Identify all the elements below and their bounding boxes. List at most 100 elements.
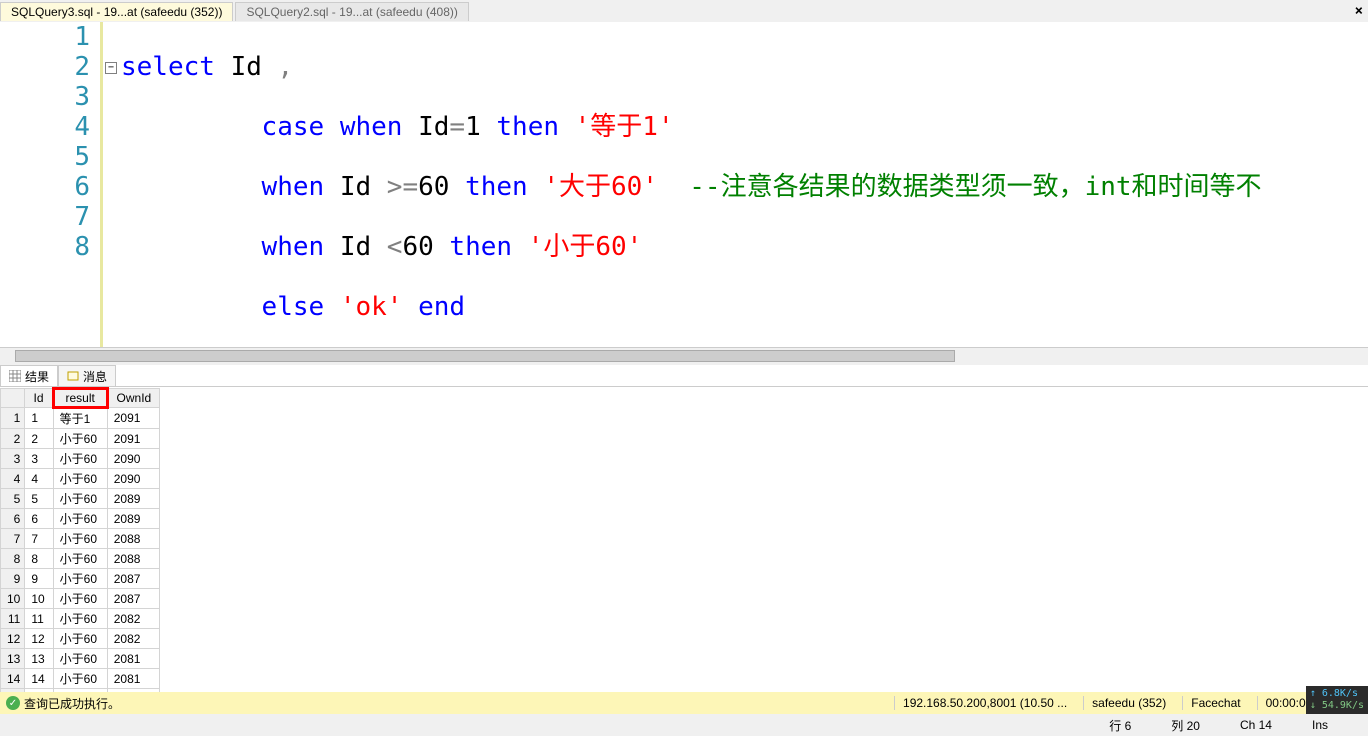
cell-id[interactable]: 13 bbox=[25, 649, 53, 669]
grid-header-row: Id result OwnId bbox=[1, 389, 160, 408]
cell-id[interactable]: 12 bbox=[25, 629, 53, 649]
cell-id[interactable]: 4 bbox=[25, 469, 53, 489]
pos-col: 列 20 bbox=[1171, 717, 1200, 734]
table-row[interactable]: 1414小于602081 bbox=[1, 669, 160, 689]
status-server: 192.168.50.200,8001 (10.50 ... bbox=[894, 696, 1075, 710]
row-number[interactable]: 2 bbox=[1, 429, 25, 449]
cell-result[interactable]: 小于60 bbox=[53, 489, 107, 509]
cell-ownid[interactable]: 2081 bbox=[107, 649, 159, 669]
table-row[interactable]: 55小于602089 bbox=[1, 489, 160, 509]
cell-ownid[interactable]: 2082 bbox=[107, 609, 159, 629]
cell-ownid[interactable]: 2074 bbox=[107, 689, 159, 693]
table-row[interactable]: 88小于602088 bbox=[1, 549, 160, 569]
cell-id[interactable]: 1 bbox=[25, 408, 53, 429]
row-number[interactable]: 10 bbox=[1, 589, 25, 609]
row-number[interactable]: 12 bbox=[1, 629, 25, 649]
cell-result[interactable]: 小于60 bbox=[53, 549, 107, 569]
results-grid[interactable]: Id result OwnId 11等于1209122小于60209133小于6… bbox=[0, 387, 1368, 692]
cell-result[interactable]: 小于60 bbox=[53, 429, 107, 449]
cell-id[interactable]: 14 bbox=[25, 669, 53, 689]
tab-messages[interactable]: 消息 bbox=[58, 365, 116, 386]
table-row[interactable]: 77小于602088 bbox=[1, 529, 160, 549]
cell-result[interactable]: 小于60 bbox=[53, 569, 107, 589]
table-row[interactable]: 1111小于602082 bbox=[1, 609, 160, 629]
cell-id[interactable]: 11 bbox=[25, 609, 53, 629]
cell-ownid[interactable]: 2081 bbox=[107, 669, 159, 689]
row-number[interactable]: 14 bbox=[1, 669, 25, 689]
cell-id[interactable]: 2 bbox=[25, 429, 53, 449]
cell-id[interactable]: 7 bbox=[25, 529, 53, 549]
editor-horizontal-scrollbar[interactable] bbox=[0, 347, 1368, 365]
row-number[interactable]: 9 bbox=[1, 569, 25, 589]
table-row[interactable]: 1010小于602087 bbox=[1, 589, 160, 609]
cell-id[interactable]: 5 bbox=[25, 489, 53, 509]
cell-result[interactable]: 小于60 bbox=[53, 449, 107, 469]
cell-result[interactable]: 等于1 bbox=[53, 408, 107, 429]
success-icon: ✓ bbox=[6, 696, 20, 710]
fold-icon[interactable]: − bbox=[105, 62, 117, 74]
cell-id[interactable]: 8 bbox=[25, 549, 53, 569]
table-row[interactable]: 1515小于602074 bbox=[1, 689, 160, 693]
cell-result[interactable]: 小于60 bbox=[53, 649, 107, 669]
editor-tab-active[interactable]: SQLQuery3.sql - 19...at (safeedu (352)) bbox=[0, 2, 233, 21]
pos-ch: Ch 14 bbox=[1240, 718, 1272, 732]
cell-result[interactable]: 小于60 bbox=[53, 669, 107, 689]
grid-corner bbox=[1, 389, 25, 408]
row-number[interactable]: 5 bbox=[1, 489, 25, 509]
cell-ownid[interactable]: 2087 bbox=[107, 589, 159, 609]
cell-id[interactable]: 6 bbox=[25, 509, 53, 529]
status-bar: ✓ 查询已成功执行。 192.168.50.200,8001 (10.50 ..… bbox=[0, 692, 1368, 714]
table-row[interactable]: 99小于602087 bbox=[1, 569, 160, 589]
cell-result[interactable]: 小于60 bbox=[53, 629, 107, 649]
col-result[interactable]: result bbox=[53, 389, 107, 408]
row-number[interactable]: 8 bbox=[1, 549, 25, 569]
table-row[interactable]: 1212小于602082 bbox=[1, 629, 160, 649]
cell-id[interactable]: 3 bbox=[25, 449, 53, 469]
row-number[interactable]: 13 bbox=[1, 649, 25, 669]
status-message: 查询已成功执行。 bbox=[24, 695, 120, 712]
code-editor[interactable]: 1 2 3 4 5 6 7 8 −select Id , case when I… bbox=[0, 22, 1368, 347]
row-number[interactable]: 1 bbox=[1, 408, 25, 429]
cell-result[interactable]: 小于60 bbox=[53, 509, 107, 529]
cell-id[interactable]: 15 bbox=[25, 689, 53, 693]
cell-ownid[interactable]: 2091 bbox=[107, 408, 159, 429]
cell-ownid[interactable]: 2089 bbox=[107, 489, 159, 509]
grid-icon bbox=[9, 370, 21, 382]
col-id[interactable]: Id bbox=[25, 389, 53, 408]
network-speed-overlay: ↑ 6.8K/s ↓ 54.9K/s bbox=[1306, 686, 1368, 714]
cell-ownid[interactable]: 2082 bbox=[107, 629, 159, 649]
table-row[interactable]: 33小于602090 bbox=[1, 449, 160, 469]
cell-id[interactable]: 10 bbox=[25, 589, 53, 609]
cell-id[interactable]: 9 bbox=[25, 569, 53, 589]
cell-ownid[interactable]: 2089 bbox=[107, 509, 159, 529]
table-row[interactable]: 22小于602091 bbox=[1, 429, 160, 449]
row-number[interactable]: 15 bbox=[1, 689, 25, 693]
table-row[interactable]: 1313小于602081 bbox=[1, 649, 160, 669]
row-number[interactable]: 6 bbox=[1, 509, 25, 529]
row-number[interactable]: 11 bbox=[1, 609, 25, 629]
table-row[interactable]: 11等于12091 bbox=[1, 408, 160, 429]
row-number[interactable]: 3 bbox=[1, 449, 25, 469]
col-ownid[interactable]: OwnId bbox=[107, 389, 159, 408]
table-row[interactable]: 44小于602090 bbox=[1, 469, 160, 489]
editor-tab-bar: SQLQuery3.sql - 19...at (safeedu (352)) … bbox=[0, 0, 1368, 22]
cell-ownid[interactable]: 2087 bbox=[107, 569, 159, 589]
editor-tab-inactive[interactable]: SQLQuery2.sql - 19...at (safeedu (408)) bbox=[235, 2, 468, 21]
row-number[interactable]: 7 bbox=[1, 529, 25, 549]
cell-result[interactable]: 小于60 bbox=[53, 529, 107, 549]
message-icon bbox=[67, 370, 79, 382]
cell-result[interactable]: 小于60 bbox=[53, 609, 107, 629]
cell-ownid[interactable]: 2090 bbox=[107, 449, 159, 469]
code-text[interactable]: −select Id , case when Id=1 then '等于1' w… bbox=[100, 22, 1368, 347]
cell-ownid[interactable]: 2088 bbox=[107, 529, 159, 549]
table-row[interactable]: 66小于602089 bbox=[1, 509, 160, 529]
tab-results[interactable]: 结果 bbox=[0, 365, 58, 386]
cell-ownid[interactable]: 2090 bbox=[107, 469, 159, 489]
row-number[interactable]: 4 bbox=[1, 469, 25, 489]
cell-ownid[interactable]: 2088 bbox=[107, 549, 159, 569]
cell-result[interactable]: 小于60 bbox=[53, 589, 107, 609]
cell-result[interactable]: 小于60 bbox=[53, 689, 107, 693]
cell-result[interactable]: 小于60 bbox=[53, 469, 107, 489]
close-icon[interactable]: × bbox=[1355, 3, 1363, 19]
cell-ownid[interactable]: 2091 bbox=[107, 429, 159, 449]
